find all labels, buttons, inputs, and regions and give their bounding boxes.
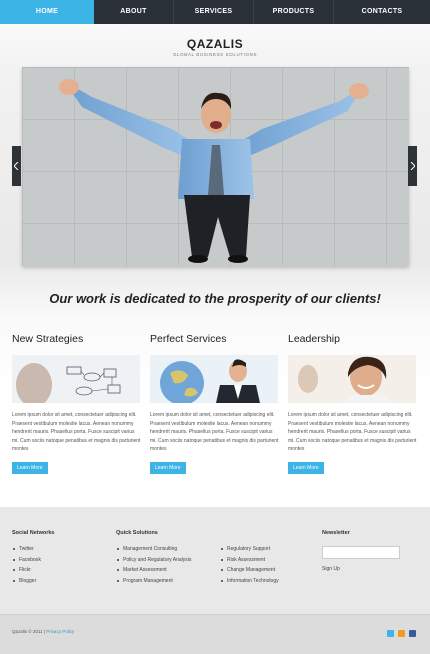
- quick-solutions-list-1: Management Consulting Policy and Regulat…: [116, 544, 191, 586]
- quick-link[interactable]: Risk Assessment: [220, 555, 279, 566]
- quick-solutions-list-2: Regulatory Support Risk Assessment Chang…: [220, 544, 279, 586]
- newsletter-email-input[interactable]: [322, 546, 400, 559]
- quick-link[interactable]: Program Management: [116, 576, 191, 587]
- social-link-flickr[interactable]: Flickr: [12, 565, 41, 576]
- learn-more-button[interactable]: Learn More: [150, 462, 186, 474]
- quick-link[interactable]: Regulatory Support: [220, 544, 279, 555]
- tagline-headline: Our work is dedicated to the prosperity …: [49, 291, 381, 306]
- learn-more-button[interactable]: Learn More: [12, 462, 48, 474]
- copyright: Qazalis © 2011 | Privacy Policy: [12, 629, 74, 634]
- column-text: Lorem ipsum dolor sit amet, consectetuer…: [288, 412, 417, 452]
- nav-contacts[interactable]: CONTACTS: [334, 0, 430, 24]
- quick-link[interactable]: Management Consulting: [116, 544, 191, 555]
- chevron-right-icon: [410, 162, 415, 170]
- social-link-blogger[interactable]: Blogger: [12, 576, 41, 587]
- quick-solutions-title: Quick Solutions: [116, 530, 158, 536]
- strategies-image: [12, 355, 140, 403]
- newsletter-title: Newsletter: [322, 530, 350, 536]
- quick-link[interactable]: Information Technology: [220, 576, 279, 587]
- slider-prev-button[interactable]: [12, 146, 21, 186]
- sign-up-link[interactable]: Sign Up: [322, 566, 340, 572]
- twitter-icon[interactable]: [387, 630, 394, 637]
- social-networks-list: Twitter Facebook Flickr Blogger: [12, 544, 41, 586]
- column-leadership: Leadership Lorem ipsum dolor sit amet, c…: [288, 333, 418, 474]
- column-title: Leadership: [288, 333, 340, 345]
- copyright-text: Qazalis © 2011: [12, 629, 43, 634]
- nav-about[interactable]: ABOUT: [94, 0, 174, 24]
- slider-next-button[interactable]: [408, 146, 417, 186]
- column-text: Lorem ipsum dolor sit amet, consectetuer…: [12, 412, 141, 452]
- social-link-facebook[interactable]: Facebook: [12, 555, 41, 566]
- nav-services[interactable]: SERVICES: [174, 0, 254, 24]
- leadership-image: [288, 355, 416, 403]
- main-nav: HOME ABOUT SERVICES PRODUCTS CONTACTS: [0, 0, 430, 24]
- facebook-icon[interactable]: [409, 630, 416, 637]
- column-title: Perfect Services: [150, 333, 227, 345]
- column-title: New Strategies: [12, 333, 84, 345]
- column-text: Lorem ipsum dolor sit amet, consectetuer…: [150, 412, 279, 452]
- site-tagline: GLOBAL BUSINESS SOLUTIONS: [172, 52, 258, 57]
- services-image: [150, 355, 278, 403]
- quick-link[interactable]: Market Assessment: [116, 565, 191, 576]
- chevron-left-icon: [14, 162, 19, 170]
- quick-link[interactable]: Change Management: [220, 565, 279, 576]
- social-link-twitter[interactable]: Twitter: [12, 544, 41, 555]
- nav-products[interactable]: PRODUCTS: [254, 0, 334, 24]
- nav-home[interactable]: HOME: [0, 0, 94, 24]
- quick-link[interactable]: Policy and Regulatory Analysis: [116, 555, 191, 566]
- social-networks-title: Social Networks: [12, 530, 55, 536]
- learn-more-button[interactable]: Learn More: [288, 462, 324, 474]
- site-logo[interactable]: QAZALIS: [0, 37, 430, 51]
- hero-slide-image: [22, 67, 409, 266]
- rss-icon[interactable]: [398, 630, 405, 637]
- column-perfect-services: Perfect Services Lorem ipsum dolor sit a…: [150, 333, 280, 474]
- footer: [0, 507, 430, 614]
- privacy-policy-link[interactable]: Privacy Policy: [46, 629, 74, 634]
- column-new-strategies: New Strategies Lorem ipsum dolor sit ame…: [12, 333, 142, 474]
- footer-bottom-bar: [0, 614, 430, 654]
